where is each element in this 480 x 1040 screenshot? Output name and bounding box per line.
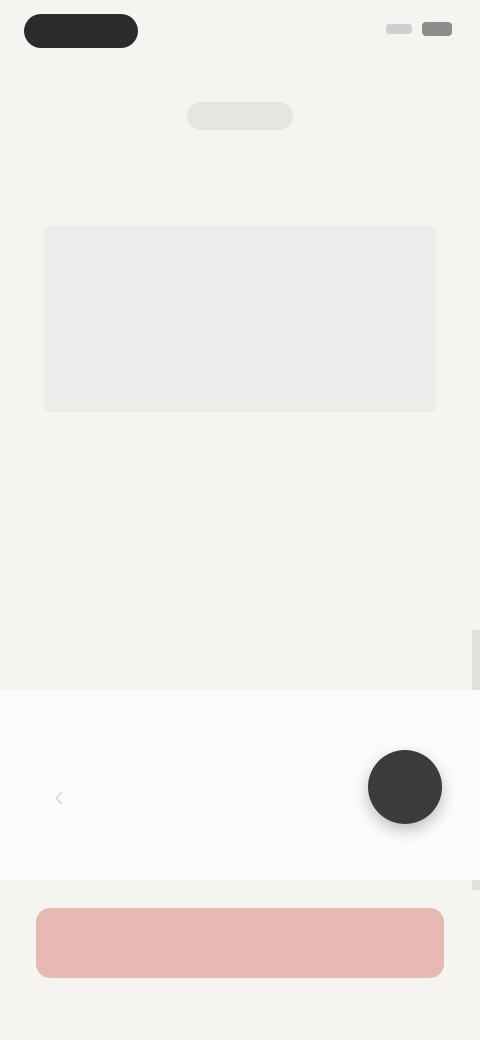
- main-content: [24, 90, 456, 438]
- action-fab-button[interactable]: [368, 750, 442, 824]
- status-bar: [0, 0, 480, 64]
- quantity-stepper[interactable]: [140, 780, 350, 814]
- primary-cta-button[interactable]: [36, 908, 444, 978]
- battery-icon: [422, 22, 452, 36]
- bottom-panel: ‹: [0, 690, 480, 880]
- dynamic-island: [24, 14, 138, 48]
- stat-item-selected[interactable]: [186, 102, 293, 130]
- signal-icon: [386, 24, 412, 34]
- stat-item[interactable]: [309, 118, 446, 130]
- chevron-left-icon[interactable]: ‹: [54, 782, 76, 812]
- description-section: [24, 226, 456, 412]
- status-icons: [386, 22, 452, 36]
- description-paragraph: [44, 226, 436, 412]
- stat-item[interactable]: [34, 118, 171, 130]
- cta-container: [36, 908, 444, 978]
- stats-grid: [24, 90, 456, 186]
